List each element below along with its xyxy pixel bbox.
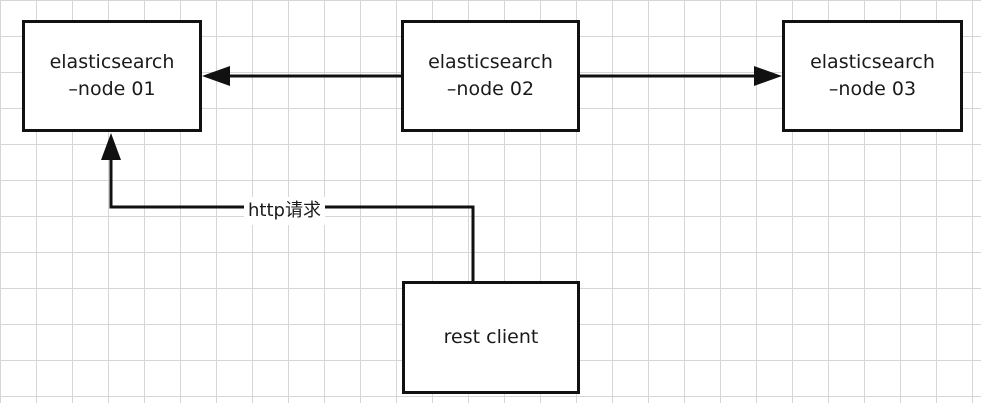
node-label: elasticsearch –node 01	[50, 49, 175, 103]
node-label-line2: –node 01	[68, 78, 156, 100]
node-label: elasticsearch –node 03	[810, 49, 935, 103]
node-label-line1: elasticsearch	[428, 51, 553, 73]
node-label-line1: elasticsearch	[49, 51, 175, 73]
node-label-line2: –node 02	[446, 78, 535, 100]
node-elasticsearch-03[interactable]: elasticsearch –node 03	[782, 20, 963, 132]
node-elasticsearch-01[interactable]: elasticsearch –node 01	[22, 20, 202, 132]
node-label: elasticsearch –node 02	[428, 49, 553, 103]
node-label: rest client	[443, 326, 539, 348]
node-label-line1: elasticsearch	[810, 51, 935, 73]
diagram-canvas: elasticsearch –node 01 elasticsearch –no…	[0, 0, 981, 403]
node-label-line2: –node 03	[828, 78, 917, 100]
arrowhead-node03-left	[754, 66, 782, 86]
node-elasticsearch-02[interactable]: elasticsearch –node 02	[401, 20, 580, 132]
edge-label-http-request: http请求	[244, 197, 325, 225]
arrowhead-node01-bottom	[101, 133, 121, 160]
arrowhead-node01-right	[202, 66, 230, 86]
node-rest-client[interactable]: rest client	[402, 281, 580, 394]
